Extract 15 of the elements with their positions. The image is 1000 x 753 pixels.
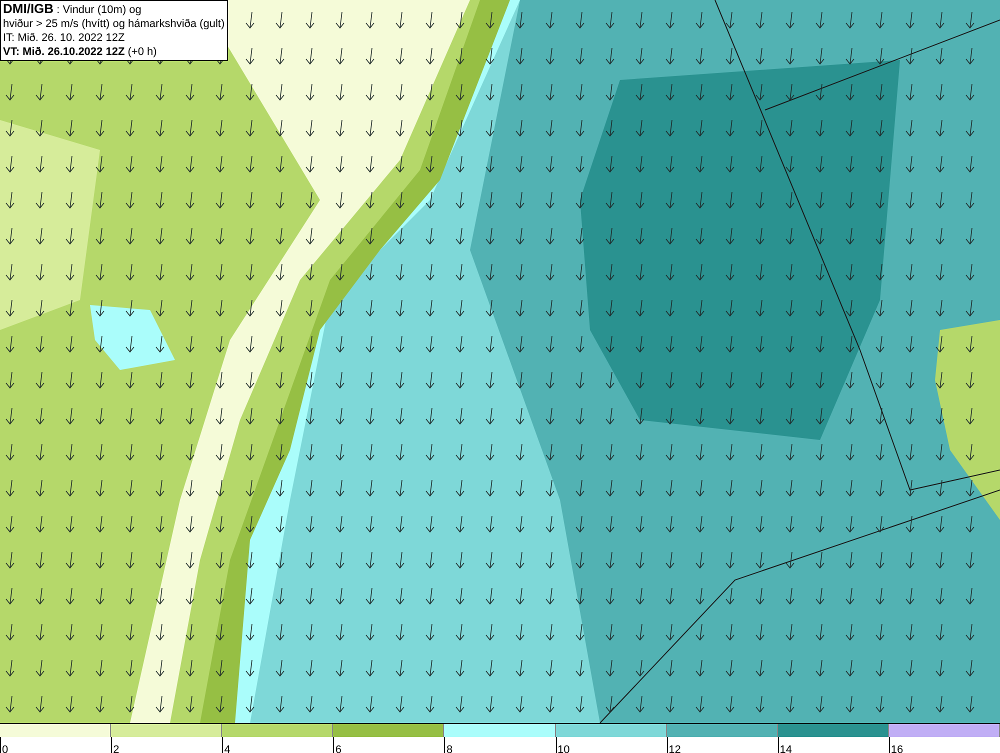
subtitle: : Vindur (10m) og	[56, 4, 142, 16]
legend-tick-label: 8	[445, 744, 453, 753]
legend-tick-label: 2	[112, 744, 120, 753]
legend-tick-label: 16	[890, 744, 904, 753]
legend-tick-label: 6	[334, 744, 342, 753]
legend-tick-label: 12	[668, 744, 681, 753]
issue-time: IT: Mið. 26. 10. 2022 12Z	[3, 31, 126, 45]
legend-tick-label: 4	[223, 744, 230, 753]
legend-tick-label: 0	[1, 744, 8, 753]
title: DMI/IGB	[3, 1, 54, 16]
time-offset: (+0 h)	[128, 46, 157, 58]
description: hviður > 25 m/s (hvítt) og hámarkshviða (gult)	[3, 17, 225, 31]
valid-time: VT: Mið. 26.10.2022 12Z	[3, 46, 125, 58]
legend-tick-label: 14	[778, 744, 792, 753]
legend-tick-label: 10	[556, 744, 570, 753]
